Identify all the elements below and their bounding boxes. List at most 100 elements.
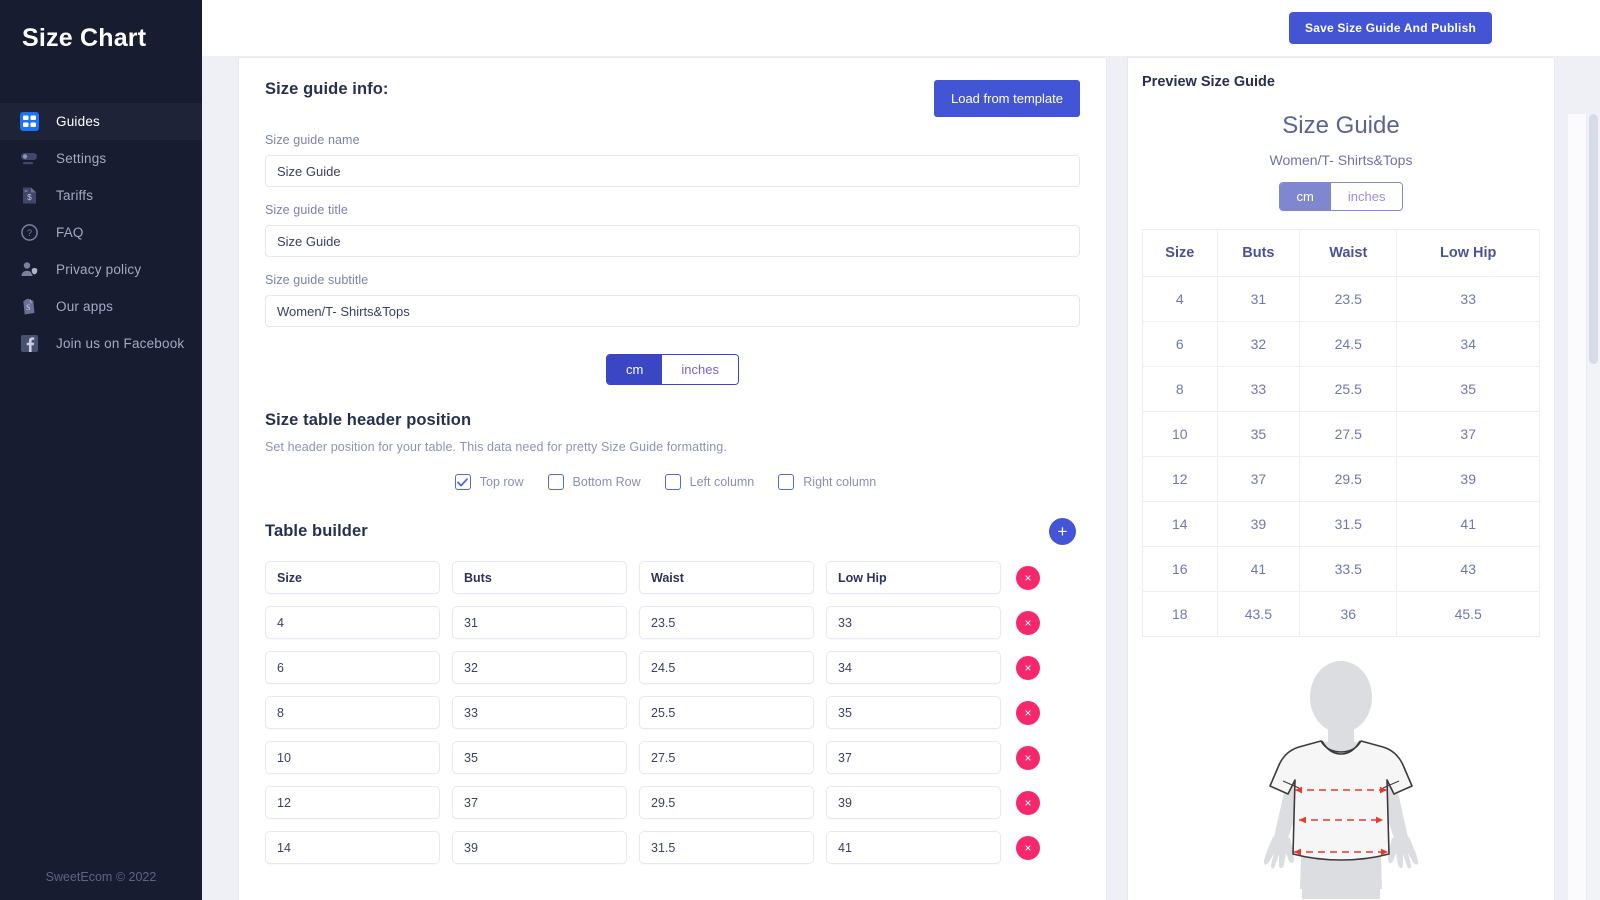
delete-row-button[interactable]: × — [1016, 655, 1040, 680]
table-builder-cell[interactable] — [452, 741, 627, 774]
checkbox-box[interactable] — [778, 474, 795, 490]
table-builder-cell[interactable] — [265, 606, 440, 639]
table-builder-cell[interactable] — [826, 741, 1001, 774]
preview-column-header: Buts — [1216, 229, 1301, 277]
preview-table-cell: 35 — [1216, 411, 1301, 457]
header-position-description: Set header position for your table. This… — [265, 440, 727, 454]
page-scrollbar[interactable] — [1586, 114, 1600, 900]
preview-panel-title: Preview Size Guide — [1142, 74, 1275, 90]
table-builder-cell[interactable] — [826, 696, 1001, 729]
table-builder-cell[interactable] — [826, 651, 1001, 684]
preview-table-cell: 37 — [1396, 411, 1540, 457]
scrollbar-thumb[interactable] — [1589, 114, 1598, 364]
table-builder-cell[interactable] — [826, 606, 1001, 639]
table-builder-row: × — [265, 741, 1080, 774]
table-builder-cell[interactable] — [452, 696, 627, 729]
preview-table-cell: 43 — [1396, 546, 1540, 592]
table-builder-cell[interactable] — [452, 786, 627, 819]
preview-table-cell: 29.5 — [1299, 456, 1398, 502]
size-guide-info-card: Size guide info: Load from template Size… — [238, 57, 1107, 900]
sidebar-item-label: Our apps — [56, 299, 114, 314]
table-builder-cell[interactable] — [639, 606, 814, 639]
unit-option-inches[interactable]: inches — [662, 355, 738, 384]
sidebar-footer-copyright: SweetEcom © 2022 — [45, 870, 157, 884]
load-from-template-button[interactable]: Load from template — [933, 80, 1080, 117]
table-builder-cell[interactable] — [639, 786, 814, 819]
size-guide-title-field: Size guide title — [265, 203, 1080, 257]
sidebar-item-privacy-policy[interactable]: Privacy policy — [0, 251, 202, 288]
preview-guide-title: Size Guide — [1282, 112, 1400, 139]
preview-table-cell: 27.5 — [1299, 411, 1398, 457]
measurement-figure — [1142, 659, 1540, 899]
delete-row-button[interactable]: × — [1016, 790, 1040, 815]
preview-table-cell: 33 — [1216, 366, 1301, 412]
delete-row-button[interactable]: × — [1016, 835, 1040, 860]
checkbox-right-column[interactable]: Right column — [778, 474, 876, 490]
add-row-button[interactable]: + — [1049, 518, 1076, 545]
question-circle-icon: ? — [18, 222, 40, 244]
table-builder-header-cell[interactable] — [452, 561, 627, 594]
preview-table-cell: 24.5 — [1299, 321, 1398, 367]
table-builder-row: × — [265, 606, 1080, 639]
sidebar-item-guides[interactable]: Guides — [0, 103, 202, 140]
checkbox-label: Left column — [689, 475, 755, 489]
preview-table-row: 18 43.5 36 45.5 — [1142, 591, 1540, 637]
preview-unit-option-cm[interactable]: cm — [1279, 183, 1331, 210]
checkbox-box[interactable] — [454, 474, 471, 490]
checkbox-left-column[interactable]: Left column — [664, 474, 755, 490]
delete-row-button[interactable]: × — [1016, 565, 1040, 590]
delete-row-button[interactable]: × — [1016, 610, 1040, 635]
table-builder-cell[interactable] — [639, 696, 814, 729]
preview-column-header: Size — [1142, 229, 1218, 277]
delete-row-button[interactable]: × — [1016, 700, 1040, 725]
size-guide-title-input[interactable] — [265, 225, 1080, 257]
save-and-publish-button[interactable]: Save Size Guide And Publish — [1289, 12, 1492, 44]
sidebar-item-label: Settings — [56, 151, 107, 166]
sidebar-item-faq[interactable]: ? FAQ — [0, 214, 202, 251]
table-builder-row: × — [265, 786, 1080, 819]
preview-table-cell: 33.5 — [1299, 546, 1398, 592]
delete-row-button[interactable]: × — [1016, 745, 1040, 770]
checkbox-top-row[interactable]: Top row — [454, 474, 524, 490]
preview-table-cell: 4 — [1142, 276, 1218, 322]
table-builder-cell[interactable] — [265, 786, 440, 819]
sidebar-item-our-apps[interactable]: S Our apps — [0, 288, 202, 325]
sidebar-item-label: Privacy policy — [56, 262, 142, 277]
table-builder-cell[interactable] — [265, 696, 440, 729]
checkbox-bottom-row[interactable]: Bottom Row — [547, 474, 641, 490]
sidebar-item-tariffs[interactable]: $ Tariffs — [0, 177, 202, 214]
unit-toggle-group: cm inches — [265, 354, 1080, 385]
table-builder-cell[interactable] — [639, 741, 814, 774]
table-builder-cell[interactable] — [452, 606, 627, 639]
table-builder-header-cell[interactable] — [265, 561, 440, 594]
table-builder-cell[interactable] — [265, 741, 440, 774]
table-builder-cell[interactable] — [265, 831, 440, 864]
table-builder-cell[interactable] — [452, 831, 627, 864]
size-guide-name-field: Size guide name — [265, 133, 1080, 187]
size-guide-name-input[interactable] — [265, 155, 1080, 187]
checkbox-label: Right column — [803, 475, 877, 489]
preview-table-row: 14 39 31.5 41 — [1142, 501, 1540, 547]
field-label: Size guide title — [265, 203, 348, 217]
facebook-icon — [18, 333, 40, 355]
table-builder-header-cell[interactable] — [639, 561, 814, 594]
sidebar-item-settings[interactable]: Settings — [0, 140, 202, 177]
table-builder-cell[interactable] — [265, 651, 440, 684]
table-builder-cell[interactable] — [826, 786, 1001, 819]
main-area: Save Size Guide And Publish Size guide i… — [202, 0, 1600, 900]
checkbox-box[interactable] — [547, 474, 564, 490]
table-builder-header-cell[interactable] — [826, 561, 1001, 594]
table-builder-cell[interactable] — [639, 831, 814, 864]
table-builder-cell[interactable] — [639, 651, 814, 684]
unit-option-cm[interactable]: cm — [607, 355, 663, 384]
table-builder-cell[interactable] — [826, 831, 1001, 864]
preview-unit-option-inches[interactable]: inches — [1330, 183, 1403, 210]
size-guide-subtitle-input[interactable] — [265, 295, 1080, 327]
table-builder-cell[interactable] — [452, 651, 627, 684]
table-builder-row: × — [265, 561, 1080, 594]
form-column: Size guide info: Load from template Size… — [202, 57, 1107, 900]
preview-table-row: 16 41 33.5 43 — [1142, 546, 1540, 592]
sidebar-item-facebook[interactable]: Join us on Facebook — [0, 325, 202, 362]
table-builder-rows: × × × × × × × — [265, 561, 1080, 864]
checkbox-box[interactable] — [664, 474, 681, 490]
